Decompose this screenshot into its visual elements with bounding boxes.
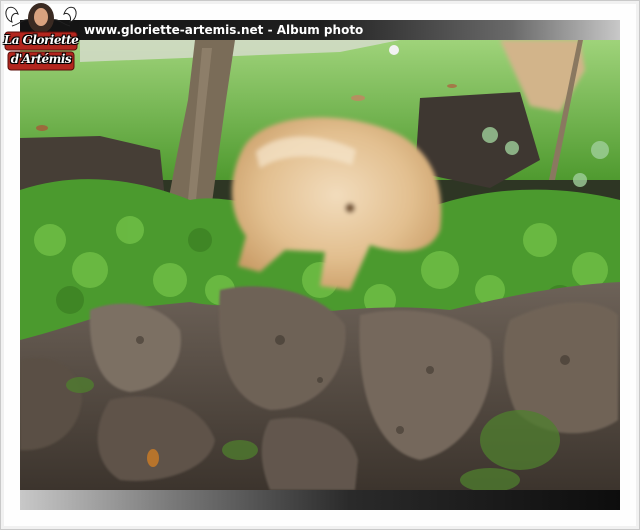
- page-title: www.gloriette-artemis.net - Album photo: [84, 23, 364, 37]
- footer-bar: [20, 490, 620, 510]
- logo-text-line1: La Gloriette: [3, 33, 79, 47]
- photo-image: [20, 40, 620, 490]
- album-photo[interactable]: [20, 40, 620, 490]
- logo-text-line2: d'Artémis: [10, 52, 72, 66]
- site-logo[interactable]: La Gloriette d'Artémis: [2, 2, 80, 74]
